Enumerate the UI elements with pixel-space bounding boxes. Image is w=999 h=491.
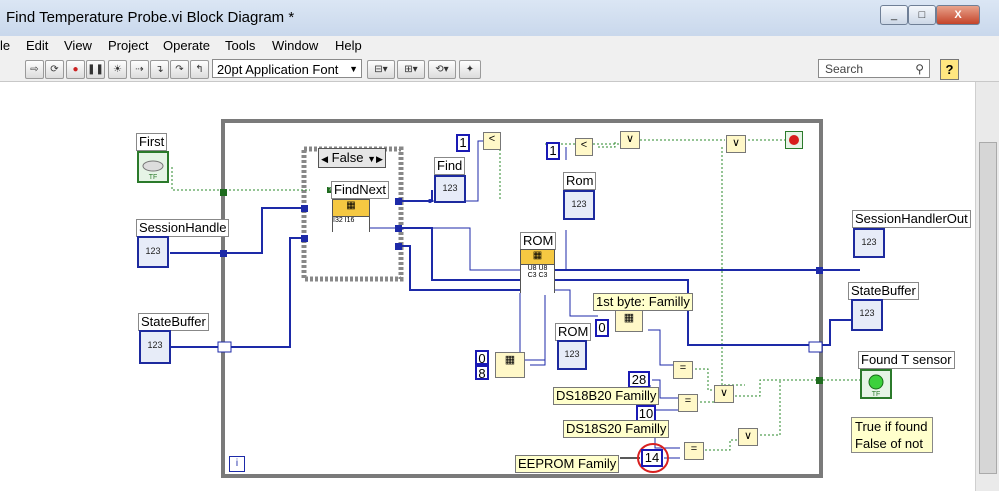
rom-node-label: ROM: [520, 232, 557, 250]
session-handler-out-label: SessionHandlerOut: [852, 210, 971, 228]
less-than-node-2[interactable]: <: [575, 138, 593, 156]
svg-text:TF: TF: [872, 391, 881, 397]
constant-zero[interactable]: 0: [475, 350, 489, 366]
constant-one-b[interactable]: 1: [546, 142, 560, 160]
session-handle-control[interactable]: 123: [137, 236, 169, 268]
or-node-2[interactable]: ∨: [726, 135, 746, 153]
rom-array-indicator[interactable]: 123: [557, 340, 587, 370]
ds18s20-label: DS18S20 Familly: [563, 420, 670, 438]
findnext-label: FindNext: [331, 181, 390, 199]
find-label: Find: [434, 157, 466, 175]
equal-node-2[interactable]: =: [678, 394, 698, 412]
state-buffer-label: StateBuffer: [138, 313, 209, 331]
ds18b20-label: DS18B20 Familly: [553, 387, 660, 405]
or-node-1[interactable]: ∨: [620, 131, 640, 149]
rom-indicator-label: Rom: [563, 172, 597, 190]
state-buffer-out-label: StateBuffer: [848, 282, 919, 300]
equal-node-3[interactable]: =: [684, 442, 704, 460]
comment-line-1: True if found: [855, 419, 928, 434]
rom-node[interactable]: ▦ U8 U8 C3 C3: [520, 249, 555, 294]
constant-eight[interactable]: 8: [475, 365, 489, 381]
rom-array-indicator-label: ROM: [555, 323, 592, 341]
findnext-node[interactable]: ▦ I32 I16: [332, 199, 370, 233]
less-than-node[interactable]: <: [483, 132, 501, 150]
comment-line-2: False of not: [855, 436, 923, 451]
found-t-sensor-indicator[interactable]: TF: [860, 369, 892, 399]
while-loop-frame: [221, 119, 823, 478]
constant-zero-b[interactable]: 0: [595, 319, 609, 337]
index-array-node[interactable]: ▦: [615, 310, 643, 332]
constant-14[interactable]: 14: [641, 449, 663, 467]
first-control[interactable]: TF: [137, 151, 169, 183]
state-buffer-control[interactable]: 123: [139, 330, 171, 364]
chevron-down-icon[interactable]: ▼▶: [367, 154, 383, 164]
first-byte-label: 1st byte: Familly: [593, 293, 693, 311]
stop-condition-terminal[interactable]: [785, 131, 803, 149]
svg-text:TF: TF: [149, 174, 158, 181]
first-label: First: [136, 133, 168, 151]
comment-box: True if found False of not: [851, 417, 933, 453]
chevron-left-icon[interactable]: ◀: [321, 154, 328, 164]
case-selector[interactable]: ◀ False ▼▶: [318, 148, 386, 168]
session-handler-out-indicator[interactable]: 123: [853, 228, 885, 258]
state-buffer-out-indicator[interactable]: 123: [851, 299, 883, 331]
equal-node-1[interactable]: =: [673, 361, 693, 379]
case-selector-value: False: [331, 150, 364, 165]
loop-iteration-terminal: i: [229, 456, 245, 472]
session-handle-label: SessionHandle: [136, 219, 230, 237]
or-node-3[interactable]: ∨: [714, 385, 734, 403]
found-t-sensor-label: Found T sensor: [858, 351, 955, 369]
eeprom-label: EEPROM Family: [515, 455, 620, 473]
find-indicator[interactable]: 123: [434, 175, 466, 203]
build-array-node[interactable]: ▦: [495, 352, 525, 378]
constant-28[interactable]: 28: [628, 371, 650, 388]
rom-indicator[interactable]: 123: [563, 190, 595, 220]
or-node-4[interactable]: ∨: [738, 428, 758, 446]
constant-one-a[interactable]: 1: [456, 134, 470, 152]
